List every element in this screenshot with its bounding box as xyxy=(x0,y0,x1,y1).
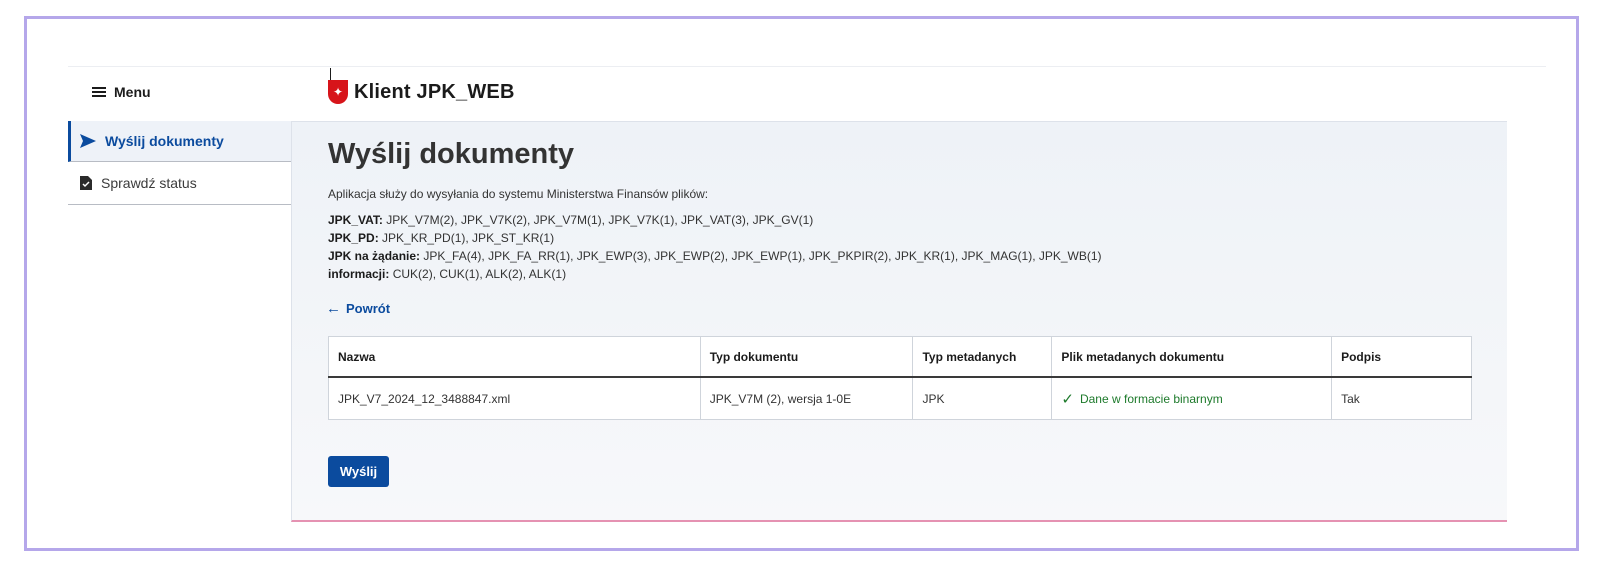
app-brand[interactable]: ✦ Klient JPK_WEB xyxy=(328,80,515,104)
column-header-doc-type: Typ dokumentu xyxy=(699,336,914,378)
main-content: Wyślij dokumenty Aplikacja służy do wysy… xyxy=(291,121,1507,522)
arrow-left-icon: ← xyxy=(326,300,341,317)
column-header-signature: Podpis xyxy=(1331,336,1472,378)
app-title: Klient JPK_WEB xyxy=(354,80,515,103)
type-value: JPK_KR_PD(1), JPK_ST_KR(1) xyxy=(382,231,555,245)
column-header-name: Nazwa xyxy=(328,336,701,378)
header-divider xyxy=(68,66,1546,67)
cell-meta-file: ✓ Dane w formacie binarnym xyxy=(1051,376,1333,420)
back-label: Powrót xyxy=(346,301,391,316)
type-label: informacji: xyxy=(328,267,390,281)
menu-label: Menu xyxy=(114,84,151,100)
type-label: JPK_PD: xyxy=(328,231,379,245)
type-line-pd: JPK_PD: JPK_KR_PD(1), JPK_ST_KR(1) xyxy=(328,229,1102,247)
cell-doc-type: JPK_V7M (2), wersja 1-0E xyxy=(699,376,914,420)
type-value: JPK_FA(4), JPK_FA_RR(1), JPK_EWP(3), JPK… xyxy=(423,249,1102,263)
send-icon xyxy=(80,134,96,148)
type-label: JPK na żądanie: xyxy=(328,249,421,263)
back-link[interactable]: ← Powrót xyxy=(326,300,390,317)
meta-file-status: ✓ Dane w formacie binarnym xyxy=(1061,390,1322,408)
poland-eagle-icon: ✦ xyxy=(328,80,348,104)
hamburger-icon xyxy=(92,85,106,99)
sidebar-item-send-documents[interactable]: Wyślij dokumenty xyxy=(68,121,291,162)
cell-meta-type: JPK xyxy=(912,376,1053,420)
type-line-info: informacji: CUK(2), CUK(1), ALK(2), ALK(… xyxy=(328,265,1102,283)
cell-signature: Tak xyxy=(1331,376,1472,420)
type-line-on-demand: JPK na żądanie: JPK_FA(4), JPK_FA_RR(1),… xyxy=(328,247,1102,265)
menu-toggle[interactable]: Menu xyxy=(92,84,151,100)
intro-text: Aplikacja służy do wysyłania do systemu … xyxy=(328,187,709,201)
type-value: CUK(2), CUK(1), ALK(2), ALK(1) xyxy=(392,267,567,281)
send-button[interactable]: Wyślij xyxy=(328,456,389,487)
meta-file-text: Dane w formacie binarnym xyxy=(1079,391,1223,406)
supported-types-list: JPK_VAT: JPK_V7M(2), JPK_V7K(2), JPK_V7M… xyxy=(328,211,1102,283)
sidebar-item-check-status[interactable]: Sprawdź status xyxy=(68,162,291,205)
cell-name: JPK_V7_2024_12_3488847.xml xyxy=(328,376,701,420)
column-header-meta-file: Plik metadanych dokumentu xyxy=(1051,336,1333,378)
documents-table: Nazwa Typ dokumentu Typ metadanych Plik … xyxy=(328,336,1472,420)
table-row: JPK_V7_2024_12_3488847.xml JPK_V7M (2), … xyxy=(328,376,1472,420)
sidebar-item-label: Sprawdź status xyxy=(101,175,197,191)
type-label: JPK_VAT: xyxy=(328,213,383,227)
sidebar-item-label: Wyślij dokumenty xyxy=(105,133,224,149)
table-header-row: Nazwa Typ dokumentu Typ metadanych Plik … xyxy=(328,336,1472,378)
checkmark-icon: ✓ xyxy=(1061,390,1074,408)
page-title: Wyślij dokumenty xyxy=(328,138,575,170)
document-check-icon xyxy=(80,176,92,190)
type-line-vat: JPK_VAT: JPK_V7M(2), JPK_V7K(2), JPK_V7M… xyxy=(328,211,1102,229)
sidebar: Wyślij dokumenty Sprawdź status xyxy=(68,121,291,205)
column-header-meta-type: Typ metadanych xyxy=(912,336,1053,378)
type-value: JPK_V7M(2), JPK_V7K(2), JPK_V7M(1), JPK_… xyxy=(386,213,814,227)
